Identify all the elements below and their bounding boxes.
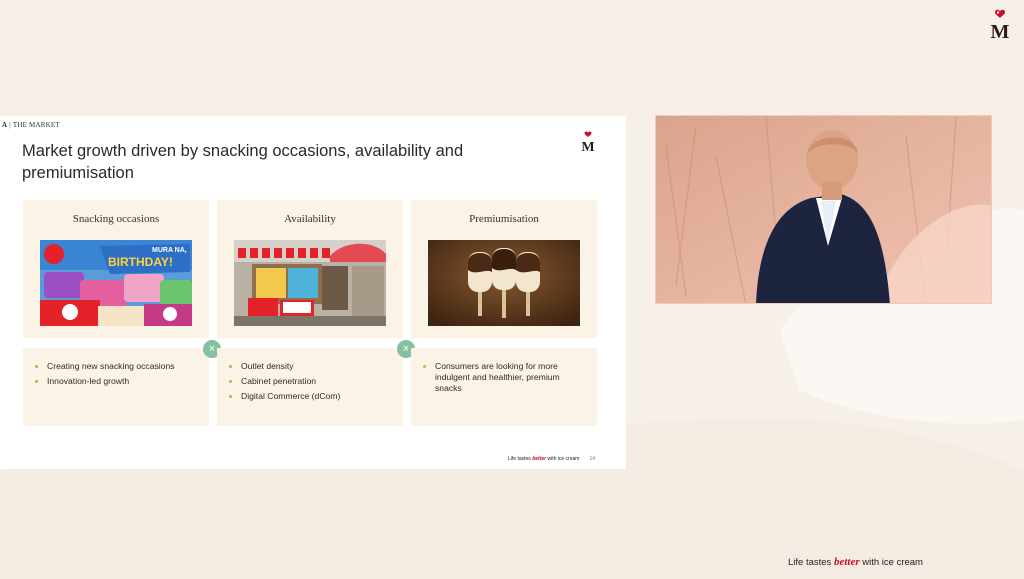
- list-item: Innovation-led growth: [35, 376, 200, 387]
- list-item: Cabinet penetration: [229, 376, 394, 387]
- list-item: Consumers are looking for more indulgent…: [423, 361, 588, 394]
- bullet-icon: [229, 365, 232, 368]
- column-premiumisation-header: Premiumisation: [411, 200, 597, 338]
- section-label: THE MARKET: [12, 121, 60, 129]
- svg-text:BIRTHDAY!: BIRTHDAY!: [108, 255, 173, 269]
- column-heading: Snacking occasions: [72, 213, 160, 225]
- slide-title: Market growth driven by snacking occasio…: [22, 142, 464, 182]
- brand-logo-letter: M: [991, 21, 1010, 40]
- column-availability-body: Outlet density Cabinet penetration Digit…: [217, 348, 403, 426]
- bullet-icon: [423, 365, 426, 368]
- speaker-video: [655, 115, 992, 304]
- slide-logo-letter: M: [581, 140, 594, 152]
- brand-logo-icon: M: [991, 9, 1010, 40]
- section-tag: A | THE MARKET: [2, 121, 60, 129]
- column-availability-header: Availability: [217, 200, 403, 338]
- bullet-list: Consumers are looking for more indulgent…: [423, 361, 588, 398]
- slide-logo-icon: M: [581, 131, 595, 152]
- bullet-icon: [35, 365, 38, 368]
- bullet-icon: [35, 380, 38, 383]
- column-snacking-body: Creating new snacking occasions Innovati…: [23, 348, 209, 426]
- list-item: Digital Commerce (dCom): [229, 391, 394, 402]
- bullet-icon: [229, 380, 232, 383]
- column-heading: Premiumisation: [469, 213, 539, 225]
- page-number: 14: [589, 456, 595, 462]
- list-item: Outlet density: [229, 361, 394, 372]
- presentation-slide: A | THE MARKET M Market growth driven by s…: [0, 116, 626, 469]
- storefront-image: [234, 240, 386, 326]
- section-prefix: A: [2, 121, 8, 129]
- svg-text:MURA NA,: MURA NA,: [152, 247, 187, 254]
- chocolate-bars-image: [428, 240, 580, 326]
- column-heading: Availability: [284, 213, 336, 225]
- ice-cream-promo-image: BIRTHDAY! MURA NA,: [40, 240, 192, 326]
- slide-footer: Life tastes better with ice cream 14: [508, 456, 595, 462]
- bullet-icon: [229, 395, 232, 398]
- list-item: Creating new snacking occasions: [35, 361, 200, 372]
- footer-tagline: Life tastes better with ice cream: [788, 556, 923, 568]
- column-premiumisation-body: Consumers are looking for more indulgent…: [411, 348, 597, 426]
- bullet-list: Outlet density Cabinet penetration Digit…: [229, 361, 394, 406]
- bullet-list: Creating new snacking occasions Innovati…: [35, 361, 200, 391]
- column-snacking-header: Snacking occasions BIRTHDAY! MURA NA,: [23, 200, 209, 338]
